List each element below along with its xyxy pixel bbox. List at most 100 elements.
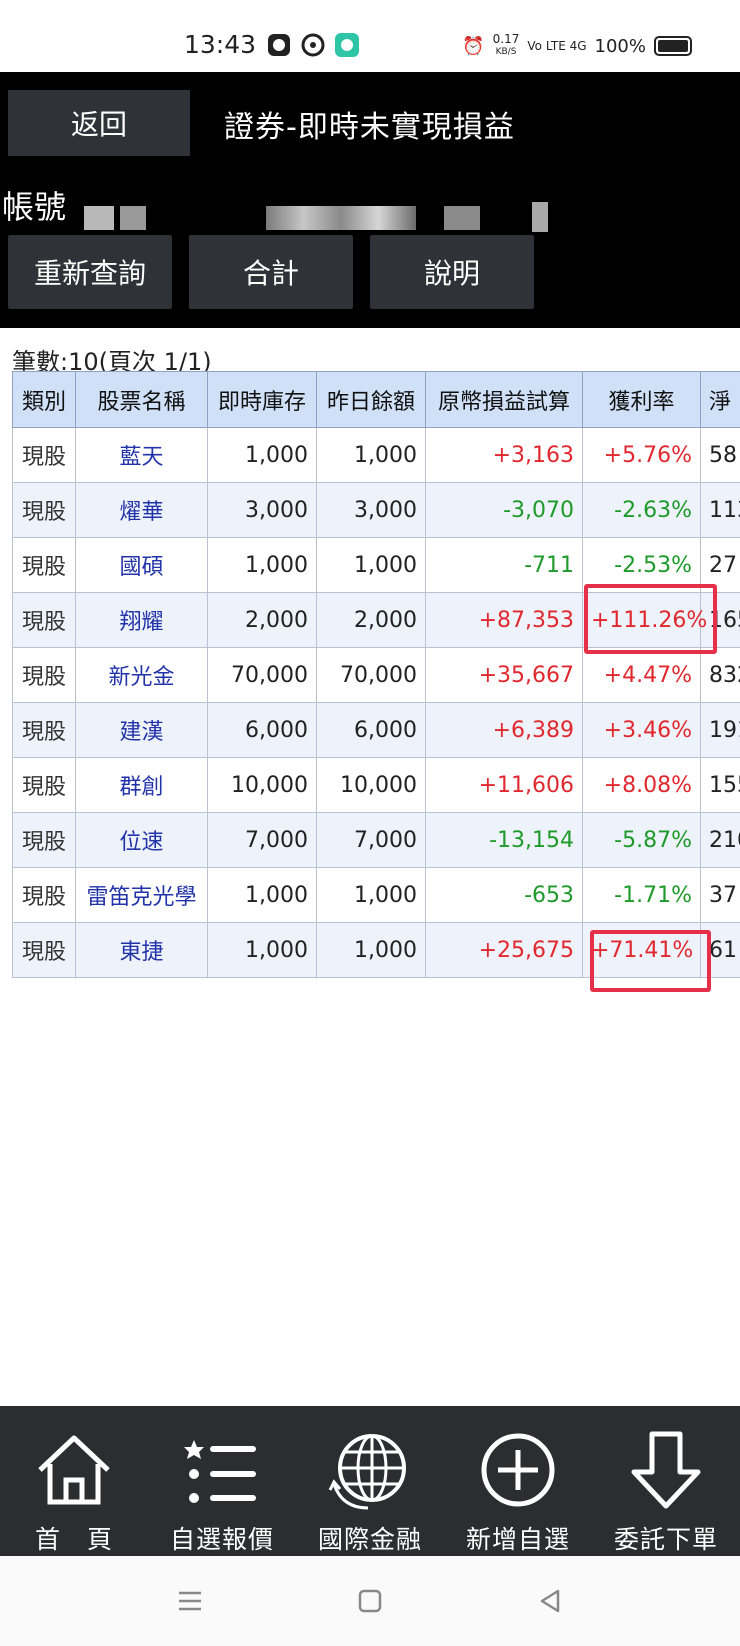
nav-add-watchlist[interactable]: 新增自選	[444, 1406, 592, 1556]
cell-profit-rate: -5.87%	[582, 812, 701, 868]
cell-type: 現股	[12, 702, 76, 758]
cell-stock-name[interactable]: 新光金	[75, 647, 208, 703]
cell-realtime-stock: 1,000	[207, 922, 317, 978]
nav-place-order[interactable]: 委託下單	[592, 1406, 740, 1556]
cell-type: 現股	[12, 427, 76, 483]
add-circle-icon	[481, 1433, 555, 1507]
table-row[interactable]: 現股位速7,0007,000-13,154-5.87%210	[12, 812, 740, 868]
highlight-box	[590, 930, 711, 992]
system-nav-bar	[0, 1556, 740, 1646]
cell-type: 現股	[12, 482, 76, 538]
nav-international[interactable]: 國際金融	[296, 1406, 444, 1556]
bottom-nav: 首 頁 自選報價 國際金融 新增自選 委託下單	[0, 1406, 740, 1556]
cell-type: 現股	[12, 537, 76, 593]
cell-stock-name[interactable]: 翔耀	[75, 592, 208, 648]
cell-profit-rate: +3.46%	[582, 702, 701, 758]
cell-realtime-stock: 3,000	[207, 482, 317, 538]
col-header-pl-estimate: 原幣損益試算	[425, 371, 583, 428]
cell-stock-name[interactable]: 燿華	[75, 482, 208, 538]
back-triangle-icon[interactable]	[535, 1586, 565, 1616]
clock-app-icon	[268, 34, 290, 56]
cell-realtime-stock: 1,000	[207, 427, 317, 483]
cell-pl-estimate: +35,667	[425, 647, 583, 703]
nav-label-add-watchlist: 新增自選	[465, 1525, 570, 1554]
app-header: 返回 證券-即時未實現損益 帳號 重新查詢 合計 說明	[0, 72, 740, 328]
cell-net: 155	[700, 757, 740, 813]
col-header-prev-balance: 昨日餘額	[316, 371, 426, 428]
col-header-profit-rate: 獲利率	[582, 371, 701, 428]
table-row[interactable]: 現股群創10,00010,000+11,606+8.08%155	[12, 757, 740, 813]
alarm-icon: ⏰	[462, 35, 485, 57]
globe-icon	[328, 1434, 406, 1510]
nav-label-home: 首 頁	[34, 1525, 113, 1554]
home-square-icon[interactable]	[355, 1586, 385, 1616]
total-button[interactable]: 合計	[189, 235, 353, 309]
cell-profit-rate: -2.63%	[582, 482, 701, 538]
unrealized-pl-table: 類別 股票名稱 即時庫存 昨日餘額 原幣損益試算 獲利率 淨 現股 藍天 1,000…	[12, 371, 740, 978]
cell-prev-balance: 7,000	[316, 812, 426, 868]
table-row[interactable]: 現股 雷笛克光學 1,000 1,000 -653 -1.71% 37	[12, 867, 740, 923]
watchlist-icon	[184, 1440, 256, 1503]
cell-profit-rate: +8.08%	[582, 757, 701, 813]
cell-stock-name[interactable]: 群創	[75, 757, 208, 813]
nav-watchlist[interactable]: 自選報價	[148, 1406, 296, 1556]
nav-home[interactable]: 首 頁	[0, 1406, 148, 1556]
cell-stock-name[interactable]: 藍天	[75, 427, 208, 483]
nav-label-international: 國際金融	[317, 1525, 422, 1554]
cell-type: 現股	[12, 812, 76, 868]
home-icon	[38, 1435, 110, 1505]
cell-pl-estimate: -653	[425, 867, 583, 923]
cell-pl-estimate: +11,606	[425, 757, 583, 813]
table-row[interactable]: 現股燿華3,0003,000-3,070-2.63%113	[12, 482, 740, 538]
cell-profit-rate: -1.71%	[582, 867, 701, 923]
cell-prev-balance: 10,000	[316, 757, 426, 813]
table-header-row: 類別 股票名稱 即時庫存 昨日餘額 原幣損益試算 獲利率 淨	[12, 371, 740, 428]
account-label: 帳號	[2, 188, 67, 226]
table-row[interactable]: 現股建漢6,0006,000+6,389+3.46%191	[12, 702, 740, 758]
cell-prev-balance: 1,000	[316, 427, 426, 483]
cell-pl-estimate: -711	[425, 537, 583, 593]
order-down-icon	[631, 1431, 701, 1509]
battery-percent: 100%	[594, 35, 646, 57]
cell-stock-name[interactable]: 東捷	[75, 922, 208, 978]
cell-realtime-stock: 2,000	[207, 592, 317, 648]
cell-type: 現股	[12, 867, 76, 923]
menu-icon[interactable]	[175, 1586, 205, 1616]
col-header-stock-name: 股票名稱	[75, 371, 208, 428]
table-row[interactable]: 現股新光金70,00070,000+35,667+4.47%832	[12, 647, 740, 703]
cell-prev-balance: 1,000	[316, 537, 426, 593]
cell-realtime-stock: 7,000	[207, 812, 317, 868]
cell-stock-name[interactable]: 位速	[75, 812, 208, 868]
cell-type: 現股	[12, 922, 76, 978]
cell-net: 37	[700, 867, 740, 923]
cell-realtime-stock: 6,000	[207, 702, 317, 758]
signal-indicator: Vo LTE 4G	[527, 39, 587, 53]
cell-realtime-stock: 10,000	[207, 757, 317, 813]
cell-net: 210	[700, 812, 740, 868]
status-bar: 13:43 ⏰ 0.17 KB/S Vo LTE 4G 100%	[0, 0, 740, 72]
cell-stock-name[interactable]: 建漢	[75, 702, 208, 758]
status-time: 13:43	[184, 30, 257, 59]
requery-button[interactable]: 重新查詢	[8, 235, 172, 309]
nav-label-place-order: 委託下單	[613, 1525, 718, 1554]
pl-table-container[interactable]: 類別 股票名稱 即時庫存 昨日餘額 原幣損益試算 獲利率 淨 現股 藍天 1,000…	[12, 371, 740, 985]
cell-pl-estimate: +6,389	[425, 702, 583, 758]
cell-type: 現股	[12, 757, 76, 813]
cell-prev-balance: 1,000	[316, 922, 426, 978]
cell-realtime-stock: 70,000	[207, 647, 317, 703]
net-speed: 0.17 KB/S	[493, 33, 520, 58]
table-row[interactable]: 現股 藍天 1,000 1,000 +3,163 +5.76% 58	[12, 427, 740, 483]
cell-prev-balance: 1,000	[316, 867, 426, 923]
cell-stock-name[interactable]: 雷笛克光學	[75, 867, 208, 923]
cell-type: 現股	[12, 647, 76, 703]
cell-net: 113	[700, 482, 740, 538]
back-button[interactable]: 返回	[8, 90, 190, 156]
cell-pl-estimate: +87,353	[425, 592, 583, 648]
help-button[interactable]: 說明	[370, 235, 534, 309]
cell-prev-balance: 70,000	[316, 647, 426, 703]
cell-stock-name[interactable]: 國碩	[75, 537, 208, 593]
col-header-type: 類別	[12, 371, 76, 428]
cell-prev-balance: 3,000	[316, 482, 426, 538]
page-title: 證券-即時未實現損益	[224, 110, 515, 145]
cell-pl-estimate: +25,675	[425, 922, 583, 978]
